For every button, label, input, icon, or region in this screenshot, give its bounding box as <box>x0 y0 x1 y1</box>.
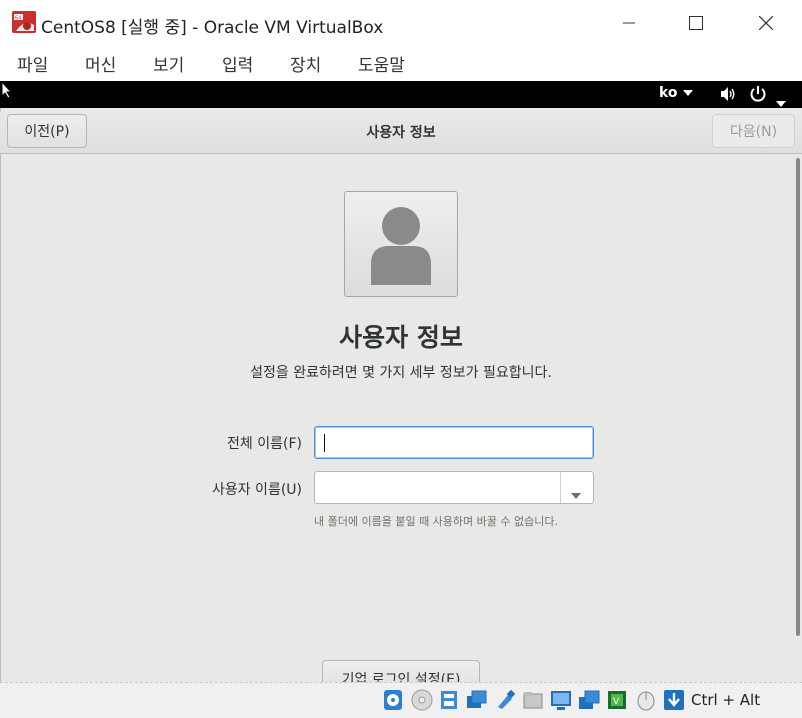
next-button[interactable]: 다음(N) <box>712 114 795 148</box>
audio-icon[interactable] <box>439 689 461 711</box>
username-combobox[interactable] <box>314 471 594 504</box>
page-heading: 사용자 정보 <box>339 323 463 352</box>
menu-machine[interactable]: 머신 <box>85 51 116 76</box>
optical-disk-icon[interactable] <box>411 689 433 711</box>
user-avatar-icon <box>371 207 431 285</box>
setup-header-bar: 이전(P) 사용자 정보 다음(N) <box>0 108 802 154</box>
menu-bar: 파일 머신 보기 입력 장치 도움말 <box>0 46 802 81</box>
display-icon[interactable] <box>550 689 572 711</box>
window-title: CentOS8 [실행 중] - Oracle VM VirtualBox <box>41 18 384 38</box>
volume-icon[interactable] <box>720 86 736 106</box>
combo-divider <box>560 472 561 503</box>
gnome-top-bar: ko <box>0 81 802 108</box>
host-key-arrow-icon[interactable] <box>663 689 685 711</box>
menu-devices[interactable]: 장치 <box>290 51 321 76</box>
window-titlebar: 64 CentOS8 [실행 중] - Oracle VM VirtualBox <box>0 0 802 46</box>
username-label: 사용자 이름(U) <box>211 482 302 498</box>
svg-text:V: V <box>613 697 620 707</box>
close-button[interactable] <box>743 8 789 38</box>
usb-icon[interactable] <box>494 689 516 711</box>
minimize-button[interactable] <box>606 8 652 38</box>
menu-help[interactable]: 도움말 <box>358 51 405 76</box>
menu-file[interactable]: 파일 <box>17 51 48 76</box>
svg-text:64: 64 <box>15 16 21 22</box>
chevron-down-icon <box>682 90 693 96</box>
mouse-integration-icon[interactable] <box>634 689 656 711</box>
host-key-label: Ctrl + Alt <box>691 691 761 709</box>
keyboard-layout-label: ko <box>659 85 678 101</box>
mouse-cursor-icon <box>1 80 13 103</box>
avatar-button[interactable] <box>344 191 458 297</box>
chevron-down-icon[interactable] <box>571 484 581 503</box>
scrollbar[interactable] <box>796 158 800 636</box>
hard-disk-icon[interactable] <box>383 689 405 711</box>
username-hint: 내 폴더에 이름을 붙일 때 사용하며 바꿀 수 없습니다. <box>314 515 558 528</box>
header-title: 사용자 정보 <box>366 125 436 141</box>
keyboard-layout-indicator[interactable]: ko <box>659 85 693 101</box>
enterprise-login-button[interactable]: 기업 로그인 설정(E) <box>322 660 480 684</box>
menu-input[interactable]: 입력 <box>222 51 253 76</box>
text-caret <box>324 434 325 452</box>
network-icon[interactable] <box>466 689 488 711</box>
menu-view[interactable]: 보기 <box>153 51 184 76</box>
page-subtitle: 설정을 완료하려면 몇 가지 세부 정보가 필요합니다. <box>250 365 552 381</box>
virtualbox-vm-icon: 64 <box>12 11 36 33</box>
cpu-activity-icon[interactable]: V <box>606 689 628 711</box>
full-name-label: 전체 이름(F) <box>227 436 302 452</box>
full-name-input[interactable] <box>314 426 594 459</box>
power-icon[interactable] <box>749 85 767 107</box>
maximize-button[interactable] <box>673 8 719 38</box>
vbox-status-bar: V Ctrl + Alt <box>0 682 802 718</box>
shared-folders-icon[interactable] <box>522 689 544 711</box>
video-capture-icon[interactable] <box>578 689 600 711</box>
